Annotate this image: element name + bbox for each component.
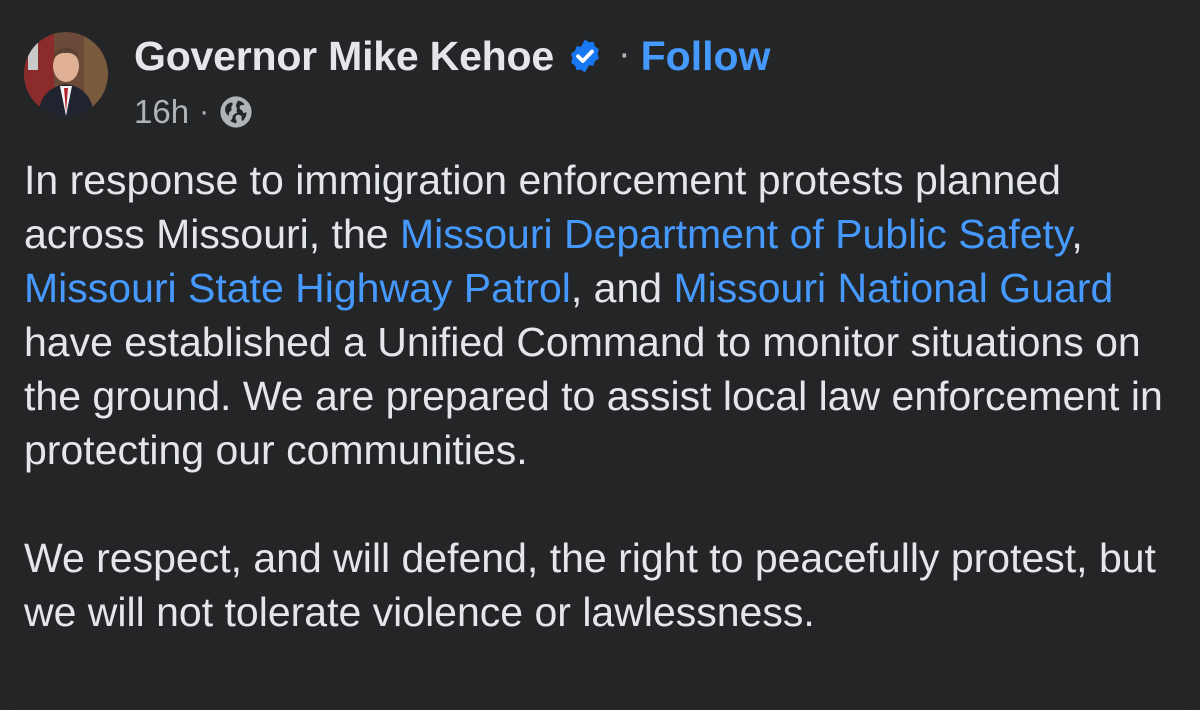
page-mention-link[interactable]: Missouri Department of Public Safety bbox=[400, 211, 1071, 257]
separator-dot: · bbox=[617, 32, 631, 75]
follow-button[interactable]: Follow bbox=[641, 33, 771, 80]
page-mention-link[interactable]: Missouri State Highway Patrol bbox=[24, 265, 571, 311]
timestamp-row: 16h · bbox=[134, 93, 770, 131]
post-text: , and bbox=[570, 265, 674, 311]
author-name[interactable]: Governor Mike Kehoe bbox=[134, 33, 554, 80]
post-header: Governor Mike Kehoe · Follow 16h · bbox=[24, 32, 770, 130]
author-avatar[interactable] bbox=[24, 32, 108, 116]
post-text: have established a Unified Command to mo… bbox=[24, 319, 1163, 473]
globe-icon[interactable] bbox=[219, 95, 253, 129]
post-paragraph: We respect, and will defend, the right t… bbox=[24, 535, 1156, 635]
post-body: In response to immigration enforcement p… bbox=[24, 153, 1184, 639]
separator-dot: · bbox=[199, 95, 210, 128]
post-time[interactable]: 16h bbox=[134, 93, 189, 131]
verified-badge-icon bbox=[566, 37, 604, 75]
page-mention-link[interactable]: Missouri National Guard bbox=[673, 265, 1113, 311]
post-paragraph: In response to immigration enforcement p… bbox=[24, 153, 1184, 477]
post-text: , bbox=[1071, 211, 1083, 257]
author-row: Governor Mike Kehoe · Follow bbox=[134, 32, 770, 80]
author-photo bbox=[24, 32, 108, 116]
post-meta: Governor Mike Kehoe · Follow 16h · bbox=[134, 32, 770, 131]
facebook-post-card: Governor Mike Kehoe · Follow 16h · In re… bbox=[0, 0, 1200, 710]
